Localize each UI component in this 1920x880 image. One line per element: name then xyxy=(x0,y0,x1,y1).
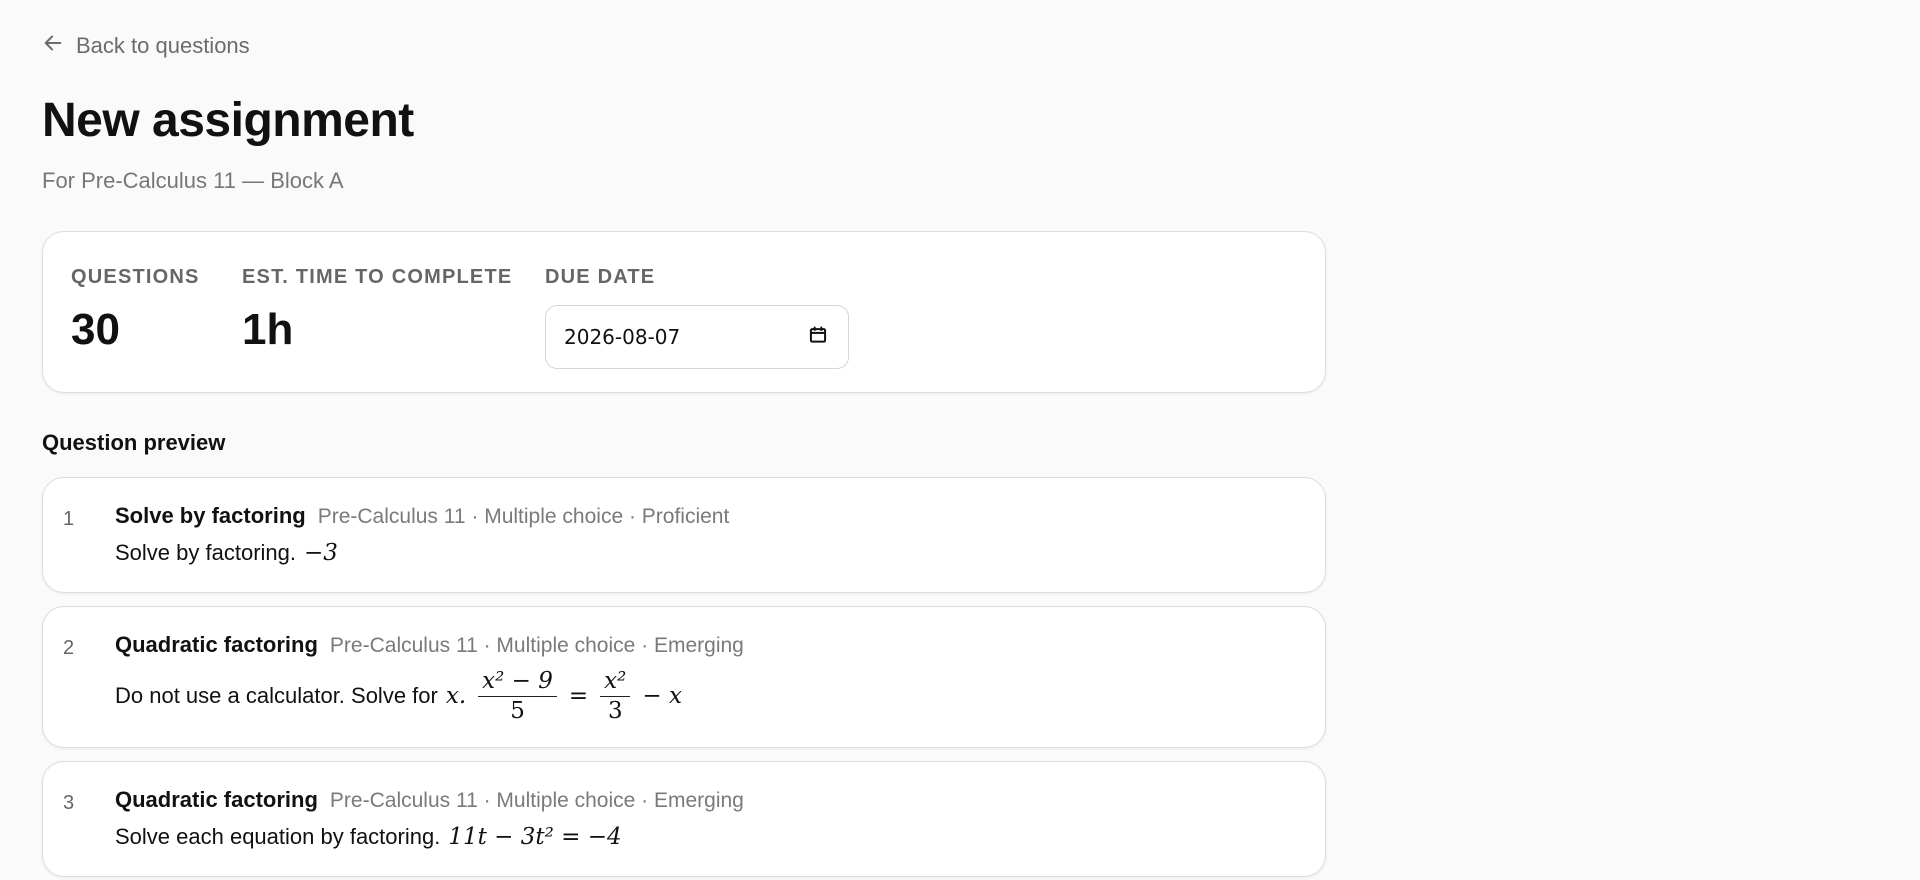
question-math: −3 xyxy=(303,540,338,566)
question-header: Quadratic factoring Pre-Calculus 11 · Mu… xyxy=(115,632,744,658)
due-date-label: DUE DATE xyxy=(545,266,656,288)
question-prompt-text: Solve each equation by factoring. xyxy=(115,824,441,849)
question-prompt: Solve each equation by factoring. 11t − … xyxy=(115,824,622,850)
question-header: Quadratic factoring Pre-Calculus 11 · Mu… xyxy=(115,787,744,813)
fraction-right-denominator: 3 xyxy=(607,697,623,724)
back-link-label: Back to questions xyxy=(76,33,250,58)
question-title: Quadratic factoring xyxy=(115,632,318,657)
fraction-right: x² 3 xyxy=(600,667,631,726)
question-number: 2 xyxy=(63,637,75,659)
calendar-icon[interactable] xyxy=(808,325,828,350)
question-prompt-text: Solve by factoring. xyxy=(115,540,296,565)
question-title: Solve by factoring xyxy=(115,503,306,528)
due-date-input[interactable]: 2026-08-07 xyxy=(545,305,849,369)
fraction-left-numerator: x² − 9 xyxy=(482,668,553,694)
question-math-variable: x. xyxy=(445,683,467,710)
questions-label: QUESTIONS xyxy=(71,266,200,288)
questions-count: 30 xyxy=(71,305,120,354)
question-number: 3 xyxy=(63,792,75,814)
fraction-left: x² − 9 5 xyxy=(478,667,557,726)
time-value: 1h xyxy=(242,305,294,354)
question-header: Solve by factoring Pre-Calculus 11 · Mul… xyxy=(115,503,729,529)
page-subtitle: For Pre-Calculus 11 — Block A xyxy=(42,168,344,193)
fraction-left-denominator: 5 xyxy=(510,697,525,724)
time-stat: EST. TIME TO COMPLETE 1h xyxy=(242,266,512,355)
question-prompt: Do not use a calculator. Solve for x. x²… xyxy=(115,667,682,726)
due-date-stat: DUE DATE 2026-08-07 xyxy=(545,266,849,369)
questions-stat: QUESTIONS 30 xyxy=(71,266,200,355)
back-to-questions-link[interactable]: Back to questions xyxy=(42,32,250,60)
question-math-tail: − x xyxy=(642,683,682,710)
time-label: EST. TIME TO COMPLETE xyxy=(242,266,513,288)
question-meta: Pre-Calculus 11 · Multiple choice · Prof… xyxy=(317,505,730,528)
question-meta: Pre-Calculus 11 · Multiple choice · Emer… xyxy=(329,789,744,812)
question-card[interactable]: 1 Solve by factoring Pre-Calculus 11 · M… xyxy=(42,477,1326,593)
question-preview-heading: Question preview xyxy=(42,430,226,455)
question-title: Quadratic factoring xyxy=(115,787,318,812)
question-card[interactable]: 3 Quadratic factoring Pre-Calculus 11 · … xyxy=(42,761,1326,877)
arrow-left-icon xyxy=(42,32,64,60)
question-number: 1 xyxy=(63,508,75,530)
question-card[interactable]: 2 Quadratic factoring Pre-Calculus 11 · … xyxy=(42,606,1326,748)
question-prompt: Solve by factoring. −3 xyxy=(115,540,338,566)
assignment-stats-card: QUESTIONS 30 EST. TIME TO COMPLETE 1h DU… xyxy=(42,231,1326,393)
page-title: New assignment xyxy=(42,94,414,147)
fraction-right-numerator: x² xyxy=(604,668,627,694)
due-date-value: 2026-08-07 xyxy=(564,325,681,349)
equals-sign: = xyxy=(568,683,589,710)
question-prompt-text: Do not use a calculator. Solve for xyxy=(115,683,438,709)
question-math: 11t − 3t² = −4 xyxy=(448,824,622,850)
question-meta: Pre-Calculus 11 · Multiple choice · Emer… xyxy=(329,634,744,657)
